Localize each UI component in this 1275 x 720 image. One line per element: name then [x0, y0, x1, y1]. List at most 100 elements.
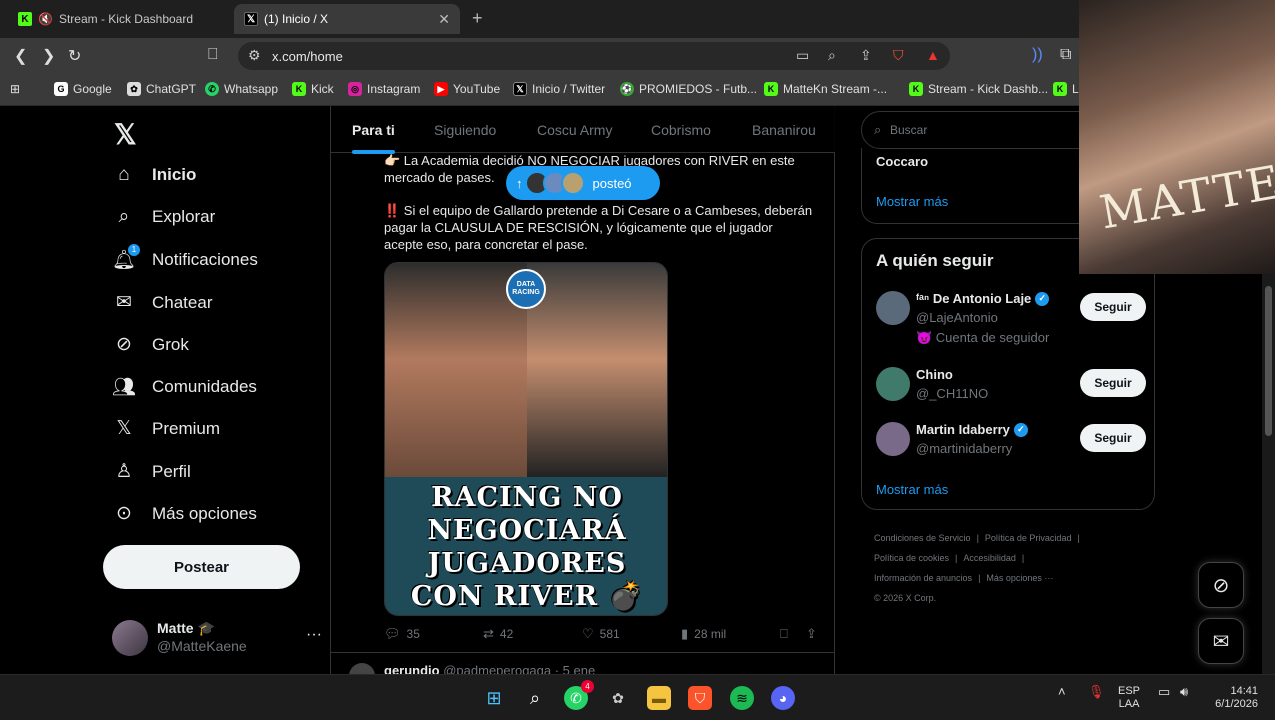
new-posts-pill[interactable]: ↑ posteó [506, 166, 660, 200]
tab-coscu-army[interactable]: Coscu Army [537, 122, 612, 138]
share-tweet-button[interactable]: ⇪ [806, 626, 823, 642]
nav-notifications[interactable]: 🔔︎ 1 Notificaciones [112, 244, 258, 272]
site-settings-icon[interactable]: ⚙ [248, 47, 261, 64]
chevron-up-icon[interactable]: ˄ [1058, 685, 1066, 698]
brave-icon[interactable]: ⛉ [688, 686, 712, 710]
zoom-icon[interactable]: ⌕ [828, 47, 836, 64]
microphone-icon[interactable]: 🎙︎ [1088, 685, 1105, 698]
account-switcher[interactable]: Matte 🎓 @MatteKaene ··· [112, 618, 322, 658]
back-icon[interactable]: ❮ [14, 46, 27, 66]
bookmark-icon[interactable]: ⎕ [208, 46, 218, 64]
nav-home[interactable]: ⌂ Inicio [112, 164, 196, 186]
bookmark-google[interactable]: G Google [54, 82, 112, 96]
tab-x-home[interactable]: 𝕏 (1) Inicio / X ✕ [234, 4, 460, 34]
messages-float-button[interactable]: ✉ [1198, 618, 1244, 664]
tweet-image[interactable]: DATA RACING RACING NO NEGOCIARÁ JUGADORE… [384, 262, 668, 616]
discord-icon[interactable]: ◕ [771, 686, 795, 710]
next-tweet-header: gerundio @padmeperogaga · 5 ene [384, 663, 595, 674]
nav-communities[interactable]: 👥︎ Comunidades [112, 375, 257, 399]
brave-shield-icon[interactable]: ⛉ [893, 47, 904, 64]
volume-icon[interactable]: 🔊︎ [1180, 685, 1188, 698]
follow-suggestion[interactable]: ᶠᵃⁿ De Antonio Laje ✓ @LajeAntonio 😈 Cuen… [876, 291, 1146, 347]
follow-button[interactable]: Seguir [1080, 369, 1146, 397]
nav-grok[interactable]: ⊘ Grok [112, 333, 189, 356]
bookmark-instagram[interactable]: ◎ Instagram [348, 82, 420, 96]
bookmark-label: Instagram [367, 82, 421, 96]
footer-link[interactable]: Política de cookies [874, 553, 949, 563]
footer-link[interactable]: Más opciones ··· [986, 573, 1053, 583]
footer-link[interactable]: Condiciones de Servicio [874, 533, 971, 543]
follow-suggestion[interactable]: Martin Idaberry ✓ @martinidaberry Seguir [876, 422, 1146, 478]
extensions-icon[interactable]: ⧉ [1060, 46, 1071, 64]
bookmark-label: L [1072, 82, 1079, 96]
views-button[interactable]: ▮ 28 mil [681, 626, 726, 642]
assistant-icon[interactable]: )) [1032, 46, 1043, 64]
avatar [876, 422, 910, 456]
name-text: Martin Idaberry [916, 422, 1010, 437]
footer-link[interactable]: Política de Privacidad [985, 533, 1072, 543]
bookmark-promiedos[interactable]: ⚽ PROMIEDOS - Futb... [620, 82, 757, 96]
tab-bananirou[interactable]: Bananirou [752, 122, 816, 138]
network-icon[interactable]: ▭ [1158, 685, 1170, 698]
tab-following[interactable]: Siguiendo [434, 122, 496, 138]
clock[interactable]: 14:41 6/1/2026 [1208, 685, 1258, 711]
headline-line: CON RIVER 💣 [410, 581, 644, 612]
bookmark-whatsapp[interactable]: ✆ Whatsapp [205, 82, 278, 96]
windows-start-icon[interactable]: ⊞ [482, 686, 506, 710]
brave-rewards-icon[interactable]: ▲ [926, 47, 940, 63]
spotify-icon[interactable]: ≋ [730, 686, 754, 710]
footer-link[interactable]: Accesibilidad [963, 553, 1016, 563]
tab-kick-dashboard[interactable]: K 🔇 Stream - Kick Dashboard [8, 4, 230, 34]
scrollbar-thumb[interactable] [1265, 286, 1272, 436]
bookmark-youtube[interactable]: ▶ YouTube [434, 82, 500, 96]
bookmark-kick[interactable]: K Kick [292, 82, 334, 96]
address-bar[interactable]: ⚙ x.com/home ▭ ⌕ ⇪ ⛉ ▲ [238, 42, 950, 70]
bookmark-tweet-button[interactable]: ⎕ [780, 626, 794, 642]
share-icon[interactable]: ⇪ [860, 47, 872, 64]
trend-item[interactable]: Coccaro [876, 154, 928, 169]
follow-suggestion[interactable]: Chino @_CH11NO Seguir [876, 367, 1146, 423]
nav-explore[interactable]: ⌕ Explorar [112, 206, 216, 228]
bookmark-l[interactable]: KL [1053, 82, 1079, 96]
more-options-icon[interactable]: ··· [306, 626, 322, 644]
follow-button[interactable]: Seguir [1080, 424, 1146, 452]
cast-icon[interactable]: ▭ [796, 47, 809, 64]
tab-cobrismo[interactable]: Cobrismo [651, 122, 711, 138]
like-button[interactable]: ♡ 581 [582, 626, 620, 642]
search-icon[interactable]: ⌕ [523, 686, 547, 710]
next-tweet[interactable]: gerundio @padmeperogaga · 5 ene [331, 652, 835, 674]
x-logo-icon[interactable]: 𝕏 [114, 118, 137, 151]
nav-more[interactable]: ⊙ Más opciones [112, 502, 257, 525]
retweet-button[interactable]: ⇄ 42 [483, 626, 513, 642]
reload-icon[interactable]: ↻ [68, 46, 81, 66]
close-tab-icon[interactable]: ✕ [438, 11, 450, 28]
show-more-link[interactable]: Mostrar más [876, 194, 948, 209]
chatgpt-icon[interactable]: ✿ [606, 686, 630, 710]
bookmark-label: Kick [311, 82, 334, 96]
post-button[interactable]: Postear [103, 545, 300, 589]
language-indicator[interactable]: ESP LAA [1118, 685, 1140, 711]
bookmark-icon: ⎕ [780, 626, 788, 641]
bookmark-chatgpt[interactable]: ✿ ChatGPT [127, 82, 196, 96]
forward-icon[interactable]: ❯ [42, 46, 55, 66]
tab-for-you[interactable]: Para ti [352, 122, 395, 154]
bookmark-stream-kick[interactable]: K Stream - Kick Dashb... [909, 82, 1048, 96]
whatsapp-icon[interactable]: ✆ 4 [564, 680, 594, 710]
file-explorer-icon[interactable]: ▬ [647, 686, 671, 710]
bookmark-mattekn[interactable]: K MatteKn Stream -... [764, 82, 887, 96]
reply-button[interactable]: 💬︎ 35 [384, 626, 420, 642]
nav-premium[interactable]: 𝕏 Premium [112, 417, 220, 440]
apps-icon[interactable]: ⊞ [10, 82, 20, 96]
muted-speaker-icon[interactable]: 🔇 [38, 12, 53, 26]
follow-button[interactable]: Seguir [1080, 293, 1146, 321]
avatar [349, 663, 375, 674]
bookmark-twitter[interactable]: 𝕏 Inicio / Twitter [513, 82, 605, 96]
new-tab-icon[interactable]: + [472, 8, 483, 29]
nav-profile[interactable]: ♙ Perfil [112, 460, 190, 483]
tab-title: Stream - Kick Dashboard [58, 12, 194, 26]
grok-float-button[interactable]: ⊘ [1198, 562, 1244, 608]
show-more-link[interactable]: Mostrar más [876, 482, 948, 497]
nav-label: Más opciones [152, 503, 257, 523]
footer-link[interactable]: Información de anuncios [874, 573, 972, 583]
nav-chat[interactable]: ✉ Chatear [112, 291, 212, 314]
